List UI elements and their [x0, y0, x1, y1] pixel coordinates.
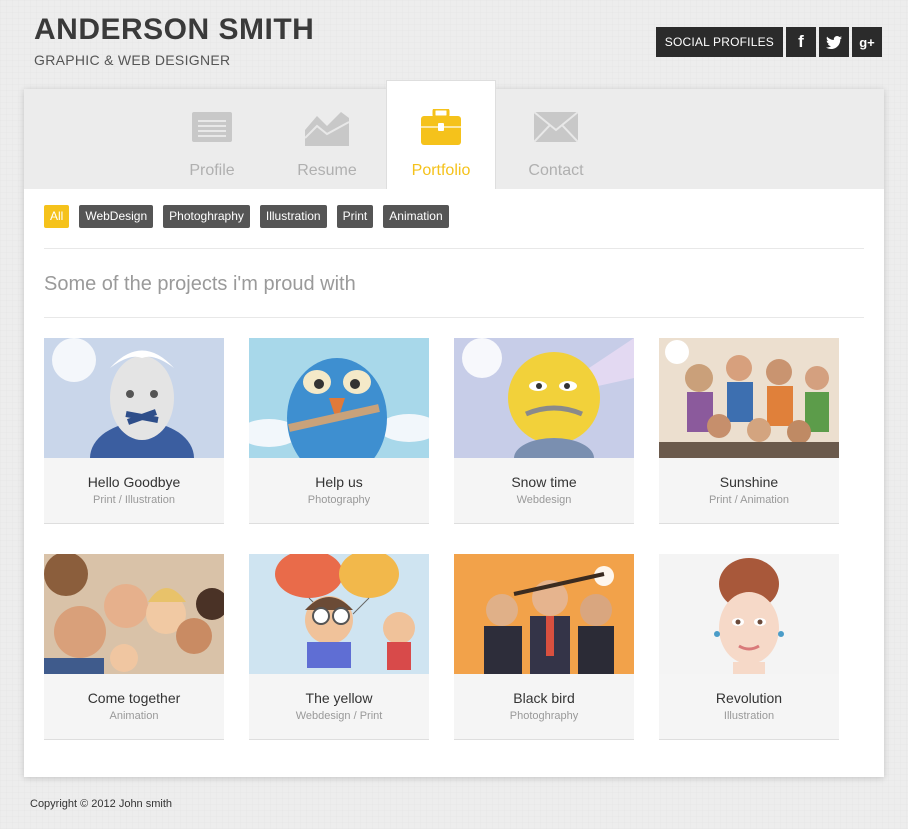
portfolio-item-help-us[interactable]: Help us Photography — [249, 338, 429, 524]
portfolio-item-sunshine[interactable]: Sunshine Print / Animation — [659, 338, 839, 524]
tab-bar: Profile Resume Portfolio Contact — [24, 80, 884, 189]
divider — [44, 248, 864, 249]
project-thumbnail — [454, 338, 634, 458]
project-title: Revolution — [715, 690, 783, 706]
chart-icon — [305, 112, 349, 146]
tab-contact[interactable]: Contact — [501, 89, 611, 189]
project-category: Illustration — [723, 710, 775, 722]
section-title: Some of the projects i'm proud with — [44, 273, 356, 295]
tab-portfolio[interactable]: Portfolio — [386, 80, 496, 189]
briefcase-icon — [421, 109, 461, 145]
divider — [44, 317, 864, 318]
tab-profile-label: Profile — [189, 162, 235, 179]
portfolio-item-come-together[interactable]: Come together Animation — [44, 554, 224, 740]
filter-webdesign[interactable]: WebDesign — [79, 205, 154, 228]
project-title: Snow time — [511, 474, 577, 490]
portfolio-item-revolution[interactable]: Revolution Illustration — [659, 554, 839, 740]
project-thumbnail — [44, 554, 224, 674]
tab-profile[interactable]: Profile — [157, 89, 267, 189]
main-card: Profile Resume Portfolio Contact All Web… — [24, 80, 884, 777]
profile-card-icon — [192, 112, 232, 142]
tab-portfolio-label: Portfolio — [411, 162, 471, 179]
facebook-button[interactable]: f — [786, 27, 816, 57]
project-thumbnail — [659, 554, 839, 674]
social-profiles: SOCIAL PROFILES f g+ — [655, 27, 882, 57]
portfolio-item-the-yellow[interactable]: The yellow Webdesign / Print — [249, 554, 429, 740]
facebook-icon: f — [798, 32, 804, 51]
portfolio-item-snow-time[interactable]: Snow time Webdesign — [454, 338, 634, 524]
project-thumbnail — [454, 554, 634, 674]
site-header: ANDERSON SMITH GRAPHIC & WEB DESIGNER — [34, 13, 315, 69]
project-category: Photoghraphy — [509, 710, 579, 722]
social-profiles-label: SOCIAL PROFILES — [655, 27, 783, 57]
project-thumbnail — [44, 338, 224, 458]
project-category: Photography — [307, 494, 371, 506]
project-category: Print / Animation — [708, 494, 790, 506]
footer-copyright: Copyright © 2012 John smith — [30, 798, 173, 810]
envelope-icon — [534, 112, 578, 142]
twitter-button[interactable] — [819, 27, 849, 57]
project-title: Sunshine — [719, 474, 779, 490]
twitter-bird-icon — [826, 35, 842, 49]
tab-contact-label: Contact — [528, 162, 584, 179]
google-plus-button[interactable]: g+ — [852, 27, 882, 57]
site-subtitle: GRAPHIC & WEB DESIGNER — [34, 52, 231, 68]
project-thumbnail — [659, 338, 839, 458]
project-category: Animation — [109, 710, 159, 722]
project-category: Webdesign / Print — [295, 710, 383, 722]
site-title: ANDERSON SMITH — [34, 13, 315, 46]
filter-print[interactable]: Print — [336, 205, 374, 228]
portfolio-item-black-bird[interactable]: Black bird Photoghraphy — [454, 554, 634, 740]
filter-illustration[interactable]: Illustration — [259, 205, 327, 228]
project-title: Come together — [87, 690, 181, 706]
project-title: Hello Goodbye — [87, 474, 181, 490]
filter-photography[interactable]: Photoghraphy — [163, 205, 250, 228]
project-title: Help us — [315, 474, 363, 490]
filter-all[interactable]: All — [44, 205, 70, 228]
google-plus-icon: g+ — [859, 34, 875, 50]
tab-resume-label: Resume — [297, 162, 357, 179]
project-title: Black bird — [513, 690, 575, 706]
project-title: The yellow — [305, 690, 373, 706]
project-thumbnail — [249, 338, 429, 458]
portfolio-filters: All WebDesign Photoghraphy Illustration … — [44, 205, 449, 228]
portfolio-item-hello-goodbye[interactable]: Hello Goodbye Print / Illustration — [44, 338, 224, 524]
tab-resume[interactable]: Resume — [272, 89, 382, 189]
project-category: Webdesign — [516, 494, 572, 506]
project-thumbnail — [249, 554, 429, 674]
project-category: Print / Illustration — [93, 494, 175, 506]
filter-animation[interactable]: Animation — [383, 205, 449, 228]
